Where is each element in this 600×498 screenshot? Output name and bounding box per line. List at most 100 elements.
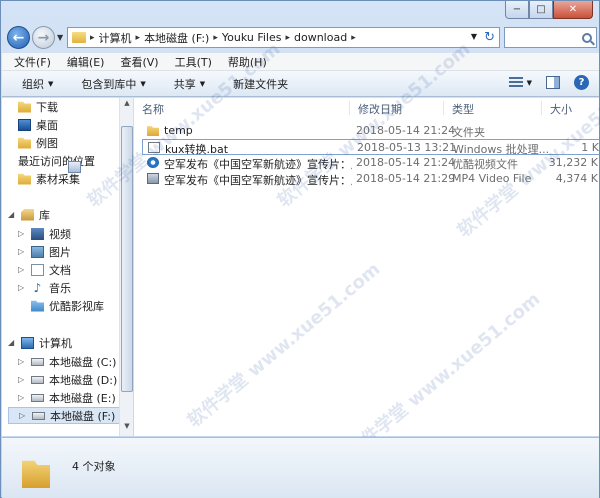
column-header-date[interactable]: 修改日期 <box>350 101 444 116</box>
picture-icon <box>31 245 44 258</box>
recent-pages-dropdown[interactable]: ▼ <box>57 33 63 42</box>
chevron-right-icon[interactable]: ▷ <box>18 265 26 274</box>
folder-icon <box>22 460 50 488</box>
desktop-icon <box>18 118 31 131</box>
change-view-button[interactable]: ▼ <box>508 76 532 89</box>
sidebar-item-drive-f[interactable]: ▷ 本地磁盘 (F:) <box>8 407 120 424</box>
mp4-file-icon <box>147 173 159 184</box>
sidebar-item-libraries[interactable]: ◢ 库 <box>8 206 125 223</box>
drive-icon <box>31 393 44 402</box>
breadcrumb-computer[interactable]: 计算机 ▸ <box>99 30 141 46</box>
sidebar-item-drive-c[interactable]: ▷ 本地磁盘 (C:) <box>18 353 132 370</box>
sidebar-item-documents[interactable]: ▷ 文档 <box>18 261 132 278</box>
sidebar-item-drive-e[interactable]: ▷ 本地磁盘 (E:) <box>18 389 132 406</box>
scroll-up-icon[interactable]: ▲ <box>121 99 133 112</box>
sidebar-item-desktop[interactable]: 桌面 <box>18 116 132 133</box>
scrollbar-thumb[interactable] <box>121 126 133 392</box>
chevron-right-icon[interactable]: ▸ <box>213 33 218 43</box>
navigation-scrollbar[interactable]: ▲ ▼ <box>119 98 133 436</box>
refresh-icon[interactable]: ↻ <box>484 30 495 45</box>
chevron-right-icon[interactable]: ▷ <box>18 375 26 384</box>
video-icon <box>31 227 44 240</box>
organize-button[interactable]: 组织 ▼ <box>22 76 53 92</box>
sidebar-item-music[interactable]: ▷ ♪ 音乐 <box>18 279 132 296</box>
column-header-type[interactable]: 类型 <box>444 101 542 116</box>
menu-edit[interactable]: 编辑(E) <box>67 54 105 70</box>
search-input[interactable] <box>504 27 597 48</box>
breadcrumb-youku-files[interactable]: Youku Files ▸ <box>222 31 290 44</box>
minimize-button[interactable]: − <box>505 1 529 19</box>
menu-view[interactable]: 查看(V) <box>120 54 158 70</box>
folder-icon <box>147 126 159 136</box>
maximize-button[interactable]: □ <box>529 1 553 19</box>
address-bar[interactable]: ▸ 计算机 ▸ 本地磁盘 (F:) ▸ Youku Files ▸ download ▸… <box>67 27 500 48</box>
breadcrumb-download[interactable]: download ▸ <box>294 31 356 44</box>
chevron-right-icon[interactable]: ▸ <box>285 33 290 43</box>
breadcrumb-drive-f[interactable]: 本地磁盘 (F:) ▸ <box>144 30 218 46</box>
document-icon <box>31 263 44 276</box>
chevron-right-icon[interactable]: ▷ <box>19 411 27 420</box>
back-button[interactable]: ← <box>7 26 30 49</box>
sidebar-item-recent-places[interactable]: 最近访问的位置 <box>18 152 132 173</box>
chevron-right-icon[interactable]: ▸ <box>90 33 95 43</box>
drive-icon <box>31 375 44 384</box>
address-history-dropdown[interactable]: ▼ <box>471 32 477 41</box>
sidebar-item-computer[interactable]: ◢ 计算机 <box>8 334 125 351</box>
menu-file[interactable]: 文件(F) <box>14 54 51 70</box>
share-button[interactable]: 共享 ▼ <box>174 76 205 92</box>
chevron-down-icon[interactable]: ◢ <box>8 210 16 219</box>
chevron-right-icon[interactable]: ▸ <box>136 33 141 43</box>
sidebar-item-examples[interactable]: 例图 <box>18 134 132 151</box>
scroll-down-icon[interactable]: ▼ <box>121 422 133 435</box>
search-icon[interactable] <box>582 32 592 43</box>
navigation-pane: 下载 桌面 例图 最近访问的位置 素材采集 ◢ 库 ▷ 视频 ▷ 图片 ▷ 文档 ▷ ♪ 音… <box>2 98 133 436</box>
menu-tools[interactable]: 工具(T) <box>175 54 212 70</box>
command-bar: 组织 ▼ 包含到库中 ▼ 共享 ▼ 新建文件夹 ▼ ? <box>2 71 599 97</box>
chevron-down-icon: ▼ <box>526 78 532 87</box>
sidebar-item-pictures[interactable]: ▷ 图片 <box>18 243 132 260</box>
file-type: 优酷视频文件 <box>452 158 518 171</box>
close-button[interactable]: ✕ <box>553 1 593 19</box>
sidebar-item-downloads[interactable]: 下载 <box>18 98 132 115</box>
view-icon <box>508 76 523 89</box>
drive-icon <box>32 411 45 420</box>
item-count: 4 个对象 <box>72 460 116 473</box>
sidebar-item-material[interactable]: 素材采集 <box>18 170 132 187</box>
column-header-size[interactable]: 大小 <box>542 101 599 116</box>
chevron-right-icon[interactable]: ▷ <box>18 247 26 256</box>
file-list: 名称 修改日期 类型 大小 temp 2018-05-14 21:24 文件夹 … <box>134 98 599 436</box>
library-icon <box>21 208 34 221</box>
chevron-down-icon[interactable]: ◢ <box>8 338 16 347</box>
forward-button[interactable]: → <box>32 26 55 49</box>
file-row[interactable]: temp 2018-05-14 21:24 文件夹 <box>142 123 599 139</box>
youku-video-icon <box>147 157 159 168</box>
chevron-down-icon: ▼ <box>140 79 146 88</box>
details-pane: 4 个对象 <box>2 437 599 498</box>
chevron-down-icon: ▼ <box>199 79 206 88</box>
new-folder-button[interactable]: 新建文件夹 <box>233 76 288 92</box>
chevron-right-icon[interactable]: ▷ <box>18 229 26 238</box>
chevron-right-icon[interactable]: ▸ <box>351 33 356 43</box>
file-row[interactable]: 空军发布《中国空军新航迹》宣传片：展... 2018-05-14 21:29 M… <box>142 171 599 187</box>
file-row[interactable]: 空军发布《中国空军新航迹》宣传片：展... 2018-05-14 21:24 优… <box>142 155 599 171</box>
file-size: 4,374 K <box>555 172 598 185</box>
column-header-name[interactable]: 名称 <box>134 101 350 116</box>
sidebar-item-videos[interactable]: ▷ 视频 <box>18 225 132 242</box>
chevron-right-icon[interactable]: ▷ <box>18 393 26 402</box>
drive-icon <box>31 357 44 366</box>
column-headers: 名称 修改日期 类型 大小 <box>134 98 599 116</box>
sidebar-item-drive-d[interactable]: ▷ 本地磁盘 (D:) <box>18 371 132 388</box>
sidebar-item-youku-library[interactable]: 优酷影视库 <box>18 297 132 314</box>
chevron-right-icon[interactable]: ▷ <box>18 283 26 292</box>
menu-help[interactable]: 帮助(H) <box>228 54 267 70</box>
file-date: 2018-05-14 21:24 <box>356 124 456 137</box>
file-name: 空军发布《中国空军新航迹》宣传片：展... <box>164 158 352 171</box>
preview-pane-icon[interactable] <box>546 76 560 89</box>
chevron-right-icon[interactable]: ▷ <box>18 357 26 366</box>
folder-icon <box>18 137 31 149</box>
include-in-library-button[interactable]: 包含到库中 ▼ <box>81 76 145 92</box>
file-row[interactable]: kux转换.bat 2018-05-13 13:21 Windows 批处理..… <box>142 139 599 156</box>
music-icon: ♪ <box>33 280 42 295</box>
folder-icon <box>72 32 86 43</box>
help-icon[interactable]: ? <box>574 75 589 90</box>
